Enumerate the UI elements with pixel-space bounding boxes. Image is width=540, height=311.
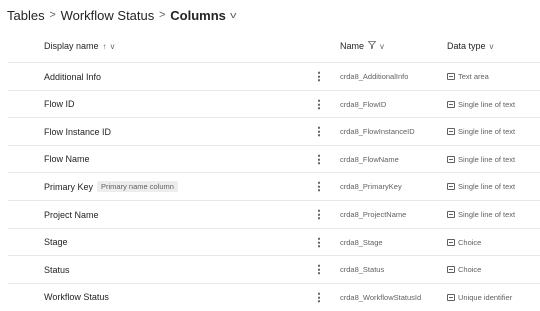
text-line-icon (447, 128, 455, 136)
chevron-down-icon: v (380, 41, 385, 51)
text-line-icon (447, 183, 455, 191)
table-row[interactable]: Status ⋮ crda8_Status Choice (8, 255, 540, 282)
table-row[interactable]: Workflow Status ⋮ crda8_WorkflowStatusId… (8, 282, 540, 311)
chevron-right-icon: > (49, 9, 56, 21)
table-row[interactable]: Project Name ⋮ crda8_ProjectName Single … (8, 200, 540, 227)
row-display-name: Stage (44, 237, 68, 248)
breadcrumb: Tables > Workflow Status > Columns v (7, 5, 236, 25)
table-row[interactable]: Flow ID ⋮ crda8_FlowID Single line of te… (8, 89, 540, 118)
row-display-name: Status (44, 264, 70, 275)
header-name[interactable]: Name v (340, 41, 384, 51)
chevron-down-icon[interactable]: v (230, 10, 236, 20)
text-area-icon (447, 73, 455, 80)
more-options-icon[interactable]: ⋮ (313, 229, 325, 256)
row-data-type: Single line of text (458, 210, 516, 219)
text-line-icon (447, 211, 455, 218)
more-options-icon[interactable]: ⋮ (313, 284, 325, 311)
more-options-icon[interactable]: ⋮ (313, 173, 325, 200)
filter-icon (367, 41, 377, 51)
chevron-down-icon: v (489, 41, 494, 51)
row-display-name: Additional Info (44, 71, 102, 82)
row-data-type: Unique identifier (458, 292, 513, 302)
choice-icon (447, 238, 455, 246)
row-display-name: Flow Instance ID (44, 126, 112, 137)
more-options-icon[interactable]: ⋮ (313, 201, 325, 228)
row-logical-name: crda8_FlowInstanceID (340, 127, 415, 137)
column-header-row: Display name ↑ v Name v Data type v (0, 36, 540, 60)
row-logical-name: crda8_PrimaryKey (340, 182, 402, 192)
breadcrumb-tables[interactable]: Tables (7, 8, 45, 23)
row-display-name: Flow Name (44, 154, 90, 165)
row-logical-name: crda8_FlowID (340, 99, 387, 109)
row-logical-name: crda8_Stage (340, 237, 383, 247)
breadcrumb-columns[interactable]: Columns (170, 8, 226, 23)
row-data-type: Single line of text (458, 127, 516, 137)
row-logical-name: crda8_AdditionalInfo (340, 72, 409, 81)
header-data-type-label: Data type (447, 41, 486, 51)
row-display-name: Workflow Status (44, 292, 109, 303)
more-options-icon[interactable]: ⋮ (313, 256, 325, 283)
table-row[interactable]: Flow Name ⋮ crda8_FlowName Single line o… (8, 144, 540, 173)
table-row[interactable]: Stage ⋮ crda8_Stage Choice (8, 227, 540, 256)
primary-name-column-badge: Primary name column (97, 181, 178, 193)
table-row[interactable]: Flow Instance ID ⋮ crda8_FlowInstanceID … (8, 117, 540, 144)
more-options-icon[interactable]: ⋮ (313, 91, 325, 118)
row-data-type: Single line of text (458, 182, 516, 192)
header-display-name[interactable]: Display name ↑ v (44, 41, 115, 51)
row-logical-name: crda8_ProjectName (340, 210, 407, 219)
text-line-icon (447, 100, 455, 108)
header-name-label: Name (340, 41, 365, 51)
table-row[interactable]: Primary Key Primary name column ⋮ crda8_P… (8, 172, 540, 199)
text-line-icon (447, 155, 455, 163)
row-data-type: Choice (458, 265, 482, 275)
row-display-name: Flow ID (44, 99, 75, 110)
row-display-name: Project Name (44, 209, 99, 220)
breadcrumb-workflow-status[interactable]: Workflow Status (61, 8, 155, 23)
header-data-type[interactable]: Data type v (447, 41, 494, 51)
chevron-down-icon: v (110, 41, 115, 51)
chevron-right-icon: > (159, 9, 166, 21)
table-row[interactable]: Additional Info ⋮ crda8_AdditionalInfo T… (8, 62, 540, 89)
choice-icon (447, 266, 455, 274)
sort-ascending-icon: ↑ (102, 41, 107, 51)
more-options-icon[interactable]: ⋮ (313, 146, 325, 173)
row-data-type: Single line of text (458, 154, 516, 164)
row-data-type: Text area (458, 72, 489, 81)
row-logical-name: crda8_WorkflowStatusId (340, 292, 422, 302)
row-data-type: Choice (458, 237, 482, 247)
header-display-name-label: Display name (44, 41, 99, 51)
more-options-icon[interactable]: ⋮ (313, 63, 325, 90)
row-display-name: Primary Key (44, 181, 94, 192)
row-logical-name: crda8_Status (340, 265, 385, 275)
row-logical-name: crda8_FlowName (340, 154, 399, 164)
more-options-icon[interactable]: ⋮ (313, 118, 325, 145)
row-data-type: Single line of text (458, 99, 516, 109)
unique-id-icon (447, 293, 455, 301)
